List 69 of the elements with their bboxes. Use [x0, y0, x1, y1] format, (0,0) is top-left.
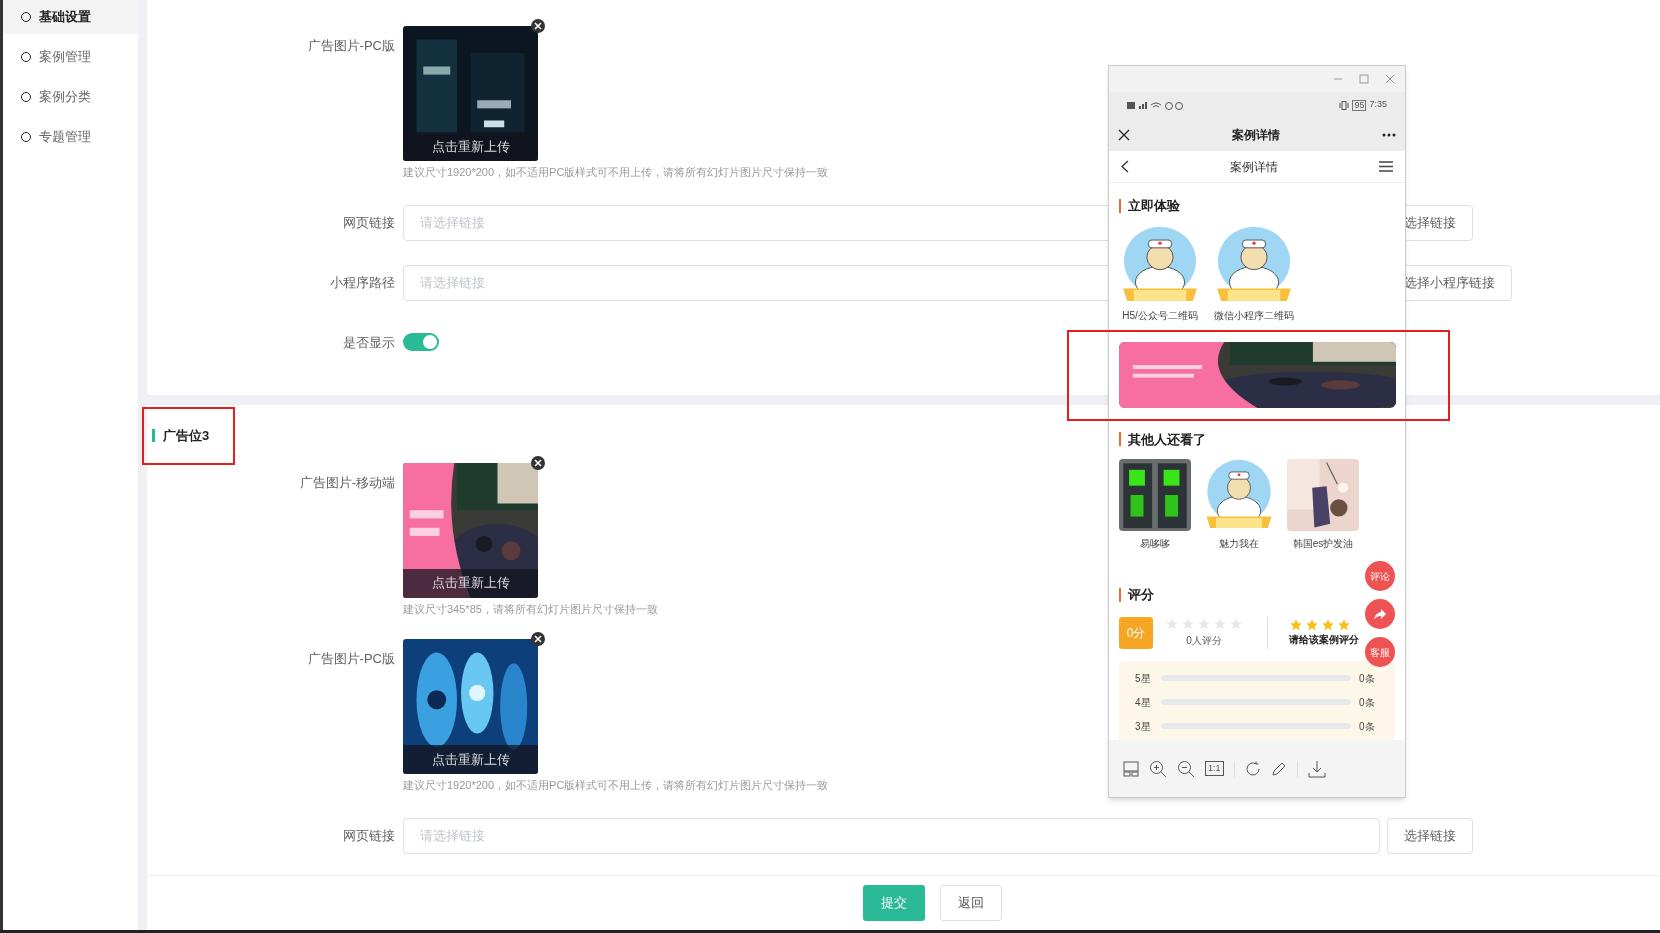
floating-action-button[interactable]: 评论 — [1365, 561, 1395, 591]
pencil-icon[interactable] — [1270, 760, 1287, 777]
field-label: 广告图片-PC版 — [306, 650, 396, 668]
hint-text: 建议尺寸345*85，请将所有幻灯片图片尺寸保持一致 — [403, 601, 658, 617]
qr-caption: 微信小程序二维码 — [1214, 308, 1294, 323]
back-icon[interactable] — [1121, 160, 1129, 173]
uploaded-image[interactable]: 点击重新上传 — [403, 26, 538, 161]
field-label: 小程序路径 — [329, 273, 396, 292]
star-icon — [1305, 618, 1319, 632]
item-caption: 韩国es护发油 — [1292, 537, 1354, 551]
close-icon[interactable] — [531, 632, 545, 646]
sidebar-item[interactable]: 案例分类 — [3, 80, 138, 114]
zoom-out-icon[interactable] — [1177, 759, 1195, 778]
more-icon[interactable] — [1382, 132, 1396, 137]
star-icon — [1337, 618, 1351, 632]
status-icons-drawing — [1127, 100, 1185, 110]
status-time: 7:35 — [1369, 98, 1387, 112]
actual-size-button[interactable]: 1:1 — [1205, 761, 1224, 776]
field-label: 是否显示 — [342, 333, 396, 352]
menu-icon[interactable] — [1379, 161, 1393, 172]
star-level-label: 5星 — [1135, 671, 1152, 686]
star-icon — [1289, 618, 1303, 632]
uploaded-image[interactable]: 点击重新上传 — [403, 639, 538, 774]
score-badge: 0分 — [1119, 616, 1153, 649]
battery-level: 95 — [1352, 99, 1367, 111]
field-label: 广告图片-移动端 — [298, 473, 396, 492]
rotate-icon[interactable] — [1244, 760, 1261, 777]
sidebar-item[interactable]: 案例管理 — [3, 40, 138, 74]
rate-prompt: 请给该案例评分 — [1289, 633, 1359, 647]
floating-action-button[interactable]: 客服 — [1365, 637, 1395, 667]
sidebar-item[interactable]: 基础设置 — [3, 0, 138, 34]
toggle-switch[interactable] — [403, 332, 439, 351]
share-icon — [1374, 608, 1386, 620]
item-caption: 魅力我在 — [1219, 537, 1259, 551]
close-icon[interactable] — [531, 455, 545, 470]
reupload-overlay[interactable]: 点击重新上传 — [403, 745, 538, 774]
layout-icon[interactable] — [1123, 760, 1139, 777]
rating-count: 0人评分 — [1186, 634, 1222, 648]
star-level-label: 3星 — [1135, 719, 1152, 734]
star-icon — [1321, 618, 1335, 632]
section-title: 其他人还看了 — [1128, 430, 1206, 449]
field-label: 广告图片-PC版 — [306, 37, 396, 55]
page-title: 案例详情 — [1230, 158, 1278, 176]
sidebar-item[interactable]: 专题管理 — [3, 120, 138, 154]
download-icon[interactable] — [1307, 759, 1326, 778]
select-link-button[interactable]: 选择链接 — [1387, 817, 1473, 854]
field-label: 网页链接 — [342, 826, 396, 845]
reupload-overlay[interactable]: 点击重新上传 — [403, 568, 538, 598]
vibrate-icon — [1339, 100, 1350, 110]
star-level-label: 4星 — [1135, 695, 1152, 710]
review-count: 0条 — [1359, 719, 1375, 734]
close-icon[interactable] — [531, 19, 545, 33]
review-count: 0条 — [1359, 695, 1375, 710]
hint-text: 建议尺寸1920*200，如不适用PC版样式可不用上传，请将所有幻灯片图片尺寸保持一致 — [403, 165, 829, 180]
back-button[interactable]: 返回 — [940, 885, 1002, 921]
link-field[interactable]: 请选择链接 — [403, 817, 1380, 854]
reupload-overlay[interactable]: 点击重新上传 — [403, 132, 538, 161]
uploaded-image[interactable]: 点击重新上传 — [403, 462, 538, 598]
section-header: 广告位3 — [142, 406, 235, 465]
zoom-in-icon[interactable] — [1149, 759, 1167, 778]
window-title: 案例详情 — [1232, 126, 1280, 144]
share-button[interactable] — [1365, 599, 1395, 629]
section-title: 评分 — [1128, 586, 1154, 604]
hint-text: 建议尺寸1920*200，如不适用PC版样式可不用上传，请将所有幻灯片图片尺寸保持一致 — [403, 778, 829, 793]
field-label: 网页链接 — [342, 213, 396, 232]
qr-caption: H5/公众号二维码 — [1122, 308, 1198, 323]
item-caption: 易哆哆 — [1140, 537, 1170, 551]
close-icon[interactable] — [1118, 128, 1130, 141]
review-count: 0条 — [1359, 671, 1375, 686]
